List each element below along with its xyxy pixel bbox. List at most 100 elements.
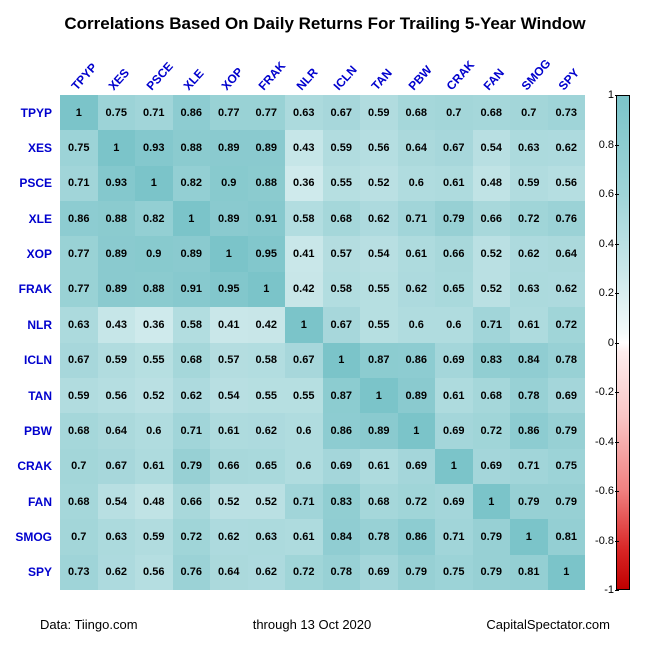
heatmap-cell: 0.89 [173,236,211,271]
heatmap-cell: 0.65 [435,272,473,307]
x-label: PSCE [135,43,173,95]
heatmap-cell: 0.72 [548,307,586,342]
heatmap-cell: 0.41 [210,307,248,342]
heatmap-cell: 0.59 [510,166,548,201]
heatmap-cell: 1 [435,449,473,484]
heatmap-cell: 0.75 [60,130,98,165]
x-label: FAN [473,43,511,95]
x-label: ICLN [323,43,361,95]
heatmap-cell: 0.55 [360,307,398,342]
heatmap-cell: 0.63 [285,95,323,130]
heatmap-cell: 0.75 [548,449,586,484]
y-label: XLE [0,201,58,236]
heatmap-cell: 0.71 [173,413,211,448]
heatmap-cell: 1 [285,307,323,342]
heatmap-cell: 0.91 [248,201,286,236]
heatmap-cell: 0.66 [210,449,248,484]
y-label: NLR [0,307,58,342]
heatmap-cell: 0.52 [248,484,286,519]
heatmap-cell: 1 [323,343,361,378]
heatmap-cell: 1 [210,236,248,271]
colorbar-tick: 0.2 [584,287,614,299]
x-label: TAN [360,43,398,95]
heatmap-cell: 0.73 [548,95,586,130]
colorbar-tick: -0.6 [584,485,614,497]
heatmap-cell: 0.78 [510,378,548,413]
heatmap-cell: 0.67 [323,307,361,342]
heatmap-cell: 0.87 [323,378,361,413]
heatmap-cell: 1 [510,519,548,554]
heatmap-cell: 0.71 [435,519,473,554]
heatmap-cell: 0.67 [323,95,361,130]
y-label: SPY [0,555,58,590]
heatmap-cell: 0.7 [435,95,473,130]
footer-credit: CapitalSpectator.com [486,617,610,632]
heatmap-cell: 0.68 [173,343,211,378]
heatmap-cell: 0.59 [98,343,136,378]
heatmap-cell: 0.69 [435,343,473,378]
heatmap-cell: 0.57 [210,343,248,378]
heatmap-cell: 0.6 [285,449,323,484]
heatmap-cell: 1 [360,378,398,413]
colorbar-tick: 1 [584,89,614,101]
heatmap-cell: 0.77 [60,236,98,271]
heatmap-cell: 0.62 [98,555,136,590]
heatmap-cell: 0.89 [98,236,136,271]
heatmap-cell: 0.89 [210,130,248,165]
heatmap-cell: 0.58 [173,307,211,342]
x-label: PBW [398,43,436,95]
heatmap-cell: 0.52 [360,166,398,201]
heatmap-cell: 0.69 [435,484,473,519]
y-label: SMOG [0,519,58,554]
heatmap-cell: 0.63 [60,307,98,342]
heatmap-cell: 0.79 [473,519,511,554]
heatmap-cell: 0.68 [60,413,98,448]
heatmap-cell: 0.66 [473,201,511,236]
x-label: XOP [210,43,248,95]
heatmap-cell: 0.56 [360,130,398,165]
heatmap-cell: 0.79 [473,555,511,590]
footer-source: Data: Tiingo.com [40,617,138,632]
x-label: TPYP [60,43,98,95]
x-label: SMOG [510,43,548,95]
heatmap-cell: 0.69 [548,378,586,413]
heatmap-cell: 0.62 [248,555,286,590]
colorbar-tick: 0.8 [584,139,614,151]
heatmap-cell: 0.61 [360,449,398,484]
heatmap-cell: 0.61 [435,378,473,413]
heatmap-cell: 0.84 [510,343,548,378]
heatmap-cell: 0.86 [510,413,548,448]
heatmap-cell: 0.81 [510,555,548,590]
y-label: FRAK [0,272,58,307]
x-label: NLR [285,43,323,95]
heatmap-cell: 0.62 [248,413,286,448]
heatmap-cell: 0.67 [285,343,323,378]
heatmap-cell: 0.71 [135,95,173,130]
heatmap-cell: 0.62 [360,201,398,236]
heatmap-cell: 0.78 [548,343,586,378]
heatmap-cell: 0.54 [473,130,511,165]
heatmap-cell: 0.71 [60,166,98,201]
heatmap-cell: 1 [248,272,286,307]
heatmap-cell: 0.93 [98,166,136,201]
heatmap-cell: 0.76 [173,555,211,590]
heatmap-cell: 0.77 [60,272,98,307]
heatmap-cell: 0.89 [248,130,286,165]
heatmap-cell: 0.55 [248,378,286,413]
heatmap-cell: 0.73 [60,555,98,590]
heatmap-cell: 0.61 [435,166,473,201]
heatmap-cell: 1 [398,413,436,448]
heatmap-cell: 0.57 [323,236,361,271]
heatmap-cell: 0.63 [98,519,136,554]
heatmap-cell: 0.61 [285,519,323,554]
heatmap-cell: 0.6 [435,307,473,342]
heatmap-cell: 0.64 [210,555,248,590]
heatmap-cell: 0.89 [210,201,248,236]
heatmap-cell: 0.59 [135,519,173,554]
heatmap-frame: 10.750.710.860.770.770.630.670.590.680.7… [60,95,585,590]
heatmap-cell: 1 [60,95,98,130]
heatmap-cell: 0.63 [510,130,548,165]
heatmap-cell: 0.66 [173,484,211,519]
heatmap-cell: 0.69 [435,413,473,448]
x-label: XLE [173,43,211,95]
